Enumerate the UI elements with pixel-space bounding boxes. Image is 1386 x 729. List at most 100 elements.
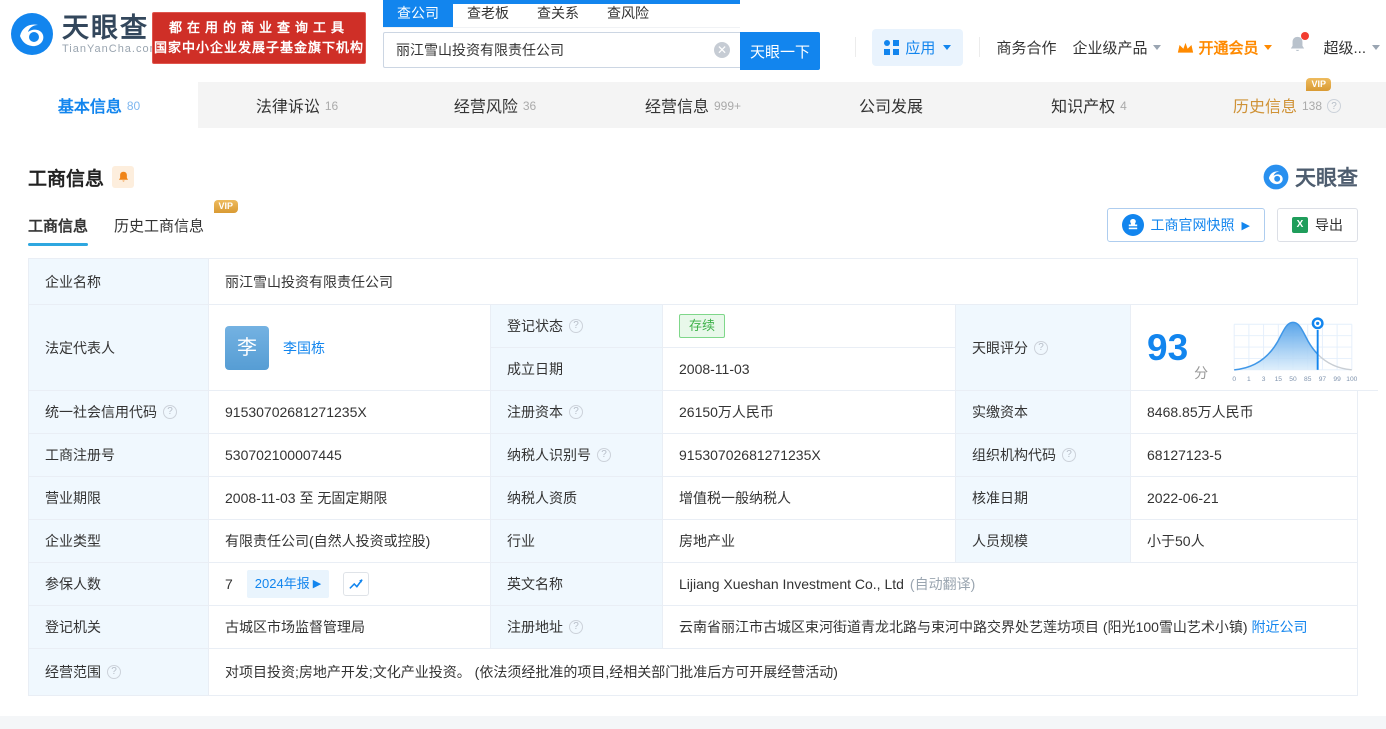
apps-label: 应用 <box>905 39 936 57</box>
field-label-business-term: 营业期限 <box>29 477 209 520</box>
logo[interactable]: 天眼查 TianYanCha.com <box>10 12 160 56</box>
tab-legal-litigation[interactable]: 法律诉讼 16 <box>198 82 396 128</box>
content: 工商信息 天眼查 工商信息 历史工商信息 VIP 工商官网快照 ▶ X 导出 企… <box>0 162 1386 696</box>
snapshot-label: 工商官网快照 <box>1150 217 1235 233</box>
svg-text:97: 97 <box>1319 376 1327 383</box>
notification-bell[interactable] <box>1288 32 1310 59</box>
tab-basic-info[interactable]: 基本信息 80 <box>0 82 198 128</box>
svg-text:50: 50 <box>1289 376 1297 383</box>
field-label-reg-authority: 登记机关 <box>29 606 209 649</box>
field-value-reg-status: 存续 <box>663 305 956 348</box>
excel-icon: X <box>1292 217 1308 233</box>
question-icon[interactable]: ? <box>1034 340 1048 355</box>
search-top-accent <box>383 0 740 4</box>
table-row: 法定代表人 李 李国栋 登记状态 ? 存续 成立日期 2008-11-03 天眼… <box>29 305 1379 391</box>
legal-rep-link[interactable]: 李国栋 <box>283 337 325 359</box>
question-icon[interactable]: ? <box>1062 448 1076 462</box>
search-button[interactable]: 天眼一下 <box>740 32 820 70</box>
export-button[interactable]: X 导出 <box>1277 208 1358 242</box>
tab-label: 法律诉讼 <box>255 99 320 116</box>
search-tabs: 查公司 查老板 查关系 查风险 <box>383 0 740 28</box>
svg-text:85: 85 <box>1304 376 1312 383</box>
question-icon[interactable]: ? <box>569 319 583 333</box>
topbar: 天眼查 TianYanCha.com 都在用的商业查询工具 国家中小企业发展子基… <box>0 0 1386 82</box>
tab-label: 公司发展 <box>858 99 923 116</box>
tab-intellectual-property[interactable]: 知识产权 4 <box>990 82 1188 128</box>
subscribe-bell-icon[interactable] <box>112 166 135 188</box>
field-value-business-scope: 对项目投资;房地产开发;文化产业投资。 (依法须经批准的项目,经相关部门批准后方… <box>209 649 1357 695</box>
tab-operation-risk[interactable]: 经营风险 36 <box>396 82 594 128</box>
notification-dot <box>1301 32 1310 40</box>
promo-banner: 都在用的商业查询工具 国家中小企业发展子基金旗下机构 <box>152 12 366 64</box>
search-clear-icon[interactable]: ✕ <box>714 42 730 58</box>
question-icon[interactable]: ? <box>569 405 583 419</box>
arrow-right-icon: ▶ <box>312 578 322 590</box>
field-label-english-name: 英文名称 <box>491 563 663 606</box>
tianyancha-page: 天眼查 TianYanCha.com 都在用的商业查询工具 国家中小企业发展子基… <box>0 0 1386 729</box>
search-tab-boss[interactable]: 查老板 <box>453 0 523 27</box>
tab-label: 历史信息 <box>1232 99 1297 116</box>
svg-text:15: 15 <box>1275 376 1283 383</box>
field-value-taxpayer-quality: 增值税一般纳税人 <box>663 477 956 520</box>
field-value-staff-size: 小于50人 <box>1131 520 1357 563</box>
svg-text:100: 100 <box>1346 376 1357 383</box>
tab-label: 经营信息 <box>644 99 709 116</box>
question-icon[interactable]: ? <box>107 665 121 679</box>
field-label-company-type: 企业类型 <box>29 520 209 563</box>
status-badge: 存续 <box>679 314 726 338</box>
table-row: 统一社会信用代码? 91530702681271235X 注册资本? 26150… <box>29 391 1357 434</box>
insured-trend-button[interactable] <box>343 572 370 596</box>
svg-text:0: 0 <box>1232 376 1236 383</box>
search-tab-risk[interactable]: 查风险 <box>593 0 663 27</box>
topnav: 应用 商务合作 企业级产品 开通会员 超级... <box>855 28 1380 66</box>
company-section-tabs: 基本信息 80 法律诉讼 16 经营风险 36 经营信息 999+ 公司发展 知… <box>0 78 1386 128</box>
subtab-history-business-info[interactable]: 历史工商信息 VIP <box>114 200 239 246</box>
table-row: 工商注册号 530702100007445 纳税人识别号? 9153070268… <box>29 434 1357 477</box>
field-value-taxpayer-id: 91530702681271235X <box>663 434 956 477</box>
official-snapshot-button[interactable]: 工商官网快照 ▶ <box>1106 208 1265 242</box>
field-value-english-name: Lijiang Xueshan Investment Co., Ltd (自动翻… <box>663 563 1357 606</box>
field-label-approval-date: 核准日期 <box>956 477 1131 520</box>
field-value-paid-capital: 8468.85万人民币 <box>1131 391 1357 434</box>
field-label-reg-capital: 注册资本? <box>491 391 663 434</box>
question-icon[interactable]: ? <box>569 620 583 634</box>
tab-company-development[interactable]: 公司发展 <box>792 82 990 128</box>
tab-operation-info[interactable]: 经营信息 999+ <box>594 82 792 128</box>
auto-translate-note: (自动翻译) <box>909 576 976 592</box>
tab-history-info[interactable]: 历史信息 VIP 138 ? <box>1188 78 1386 128</box>
search-area: 查公司 查老板 查关系 查风险 ✕ 天眼一下 <box>383 0 820 70</box>
field-label-credit-code: 统一社会信用代码? <box>29 391 209 434</box>
question-icon[interactable]: ? <box>597 448 611 462</box>
caret-down-icon <box>1372 44 1380 50</box>
question-icon[interactable]: ? <box>1327 99 1342 113</box>
banner-line1: 都在用的商业查询工具 <box>168 20 349 35</box>
caret-down-icon <box>1153 44 1162 50</box>
nav-super-vip[interactable]: 超级... <box>1323 37 1380 58</box>
nav-enterprise[interactable]: 企业级产品 <box>1072 37 1162 58</box>
question-icon[interactable]: ? <box>163 405 177 419</box>
tab-label: 知识产权 <box>1051 99 1116 116</box>
subtab-label: 历史工商信息 <box>114 218 205 235</box>
field-label-reg-address: 注册地址? <box>491 606 663 649</box>
subtab-business-info[interactable]: 工商信息 <box>28 215 89 246</box>
search-tab-relation[interactable]: 查关系 <box>523 0 593 27</box>
field-label-insured-count: 参保人数 <box>29 563 209 606</box>
field-value-reg-number: 530702100007445 <box>209 434 491 477</box>
tab-count: 80 <box>126 99 141 113</box>
search-tab-company[interactable]: 查公司 <box>383 0 453 27</box>
field-value-org-code: 68127123-5 <box>1131 434 1357 477</box>
score-value: 93 <box>1147 327 1189 368</box>
crown-icon <box>1178 42 1194 53</box>
nav-cooperation[interactable]: 商务合作 <box>996 37 1056 58</box>
nav-open-vip[interactable]: 开通会员 <box>1177 37 1273 58</box>
vip-badge: VIP <box>1306 78 1331 91</box>
avatar[interactable]: 李 <box>225 325 269 370</box>
nearby-companies-link[interactable]: 附近公司 <box>1251 619 1307 635</box>
field-value-legal-rep: 李 李国栋 <box>209 305 491 391</box>
field-value-reg-authority: 古城区市场监督管理局 <box>209 606 491 649</box>
annual-report-link[interactable]: 2024年报 ▶ <box>246 570 330 598</box>
search-input[interactable] <box>383 32 740 68</box>
field-label-company-name: 企业名称 <box>29 259 209 305</box>
apps-menu[interactable]: 应用 <box>872 28 964 66</box>
logo-icon <box>11 13 53 55</box>
